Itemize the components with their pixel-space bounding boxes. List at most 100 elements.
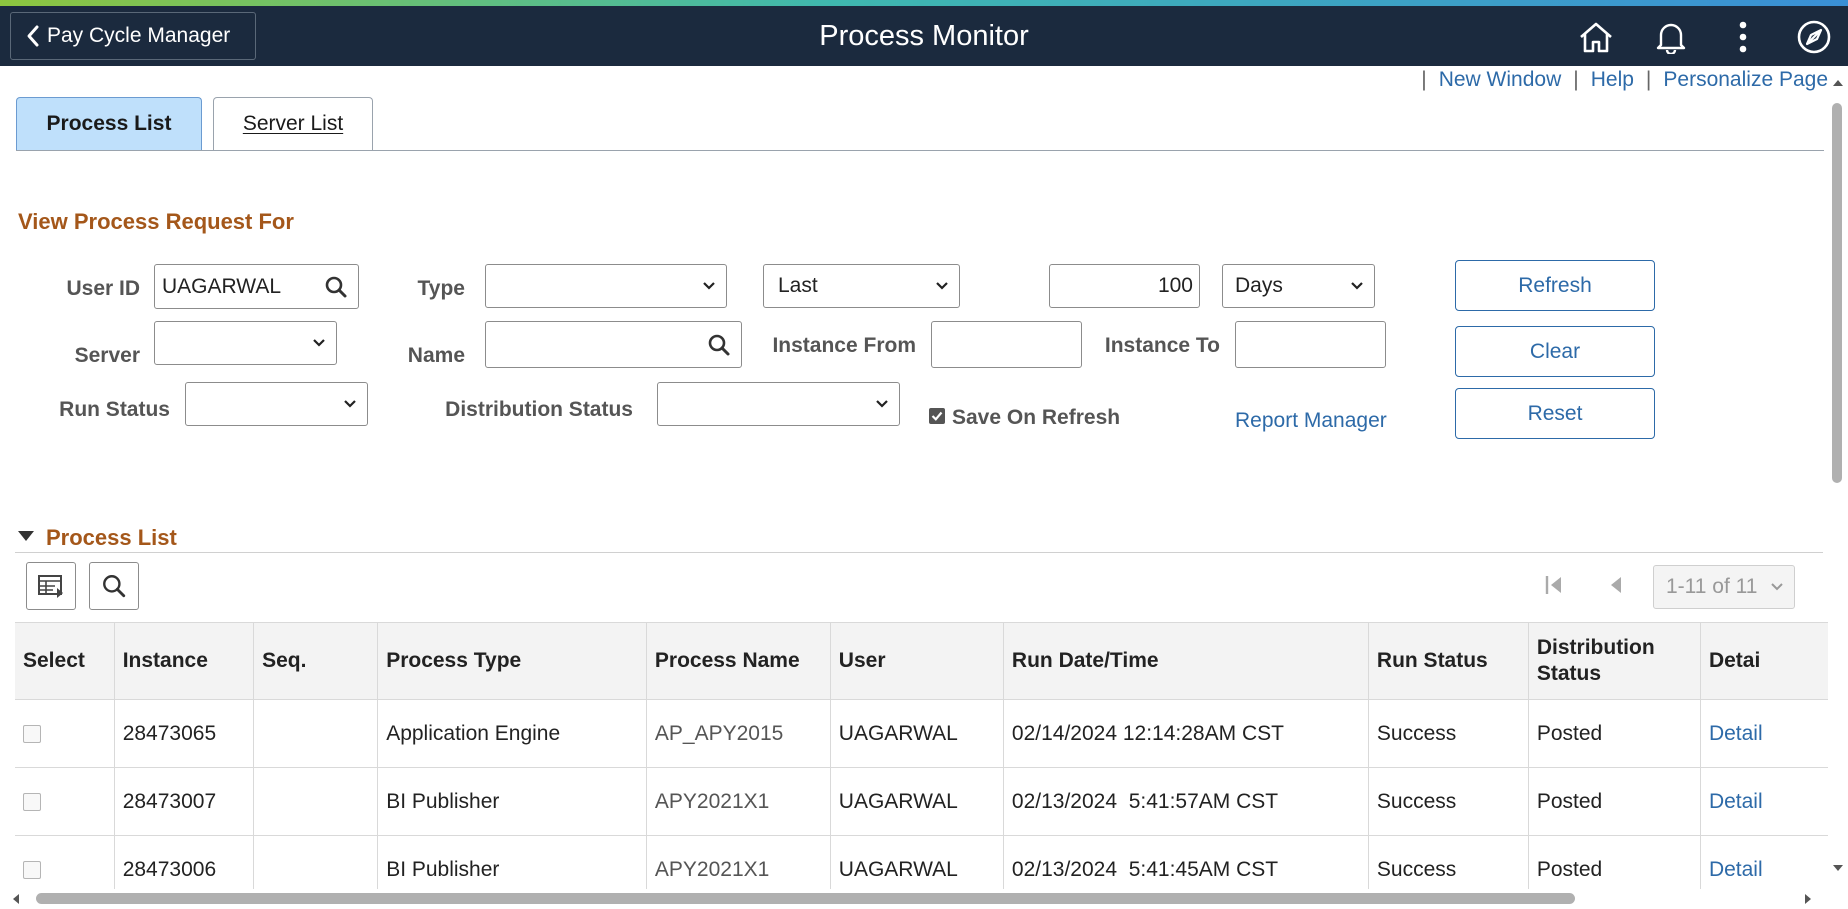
clear-button[interactable]: Clear	[1455, 326, 1655, 377]
col-process-name[interactable]: Process Name	[646, 622, 831, 700]
tab-process-list[interactable]: Process List	[16, 97, 202, 150]
reset-button[interactable]: Reset	[1455, 388, 1655, 439]
period-count-input[interactable]: 100	[1049, 264, 1200, 308]
help-link[interactable]: Help	[1591, 68, 1634, 91]
period-count-value: 100	[1157, 274, 1193, 297]
server-select[interactable]	[154, 321, 337, 365]
instance-from-input[interactable]	[931, 321, 1082, 368]
select-cell	[15, 699, 115, 768]
period-value: Last	[778, 274, 818, 297]
process-list-title[interactable]: Process List	[46, 525, 177, 551]
save-on-refresh-checkbox[interactable]	[929, 408, 945, 424]
chevron-down-icon	[1771, 583, 1783, 591]
process-name-cell: APY2021X1	[646, 767, 831, 836]
tab-label: Server List	[242, 112, 344, 135]
col-run-datetime[interactable]: Run Date/Time	[1003, 622, 1369, 700]
view-process-request-title: View Process Request For	[18, 209, 294, 234]
seq-cell	[253, 835, 379, 889]
row-select-checkbox[interactable]	[23, 724, 41, 743]
run-status-label: Run Status	[59, 398, 170, 421]
instance-cell: 28473006	[114, 835, 255, 889]
process-type-cell: Application Engine	[377, 699, 647, 768]
details-link[interactable]: Detail	[1700, 767, 1828, 836]
scroll-right-icon[interactable]	[1804, 893, 1812, 905]
distribution-status-label: Distribution Status	[445, 398, 633, 421]
search-icon	[103, 575, 126, 598]
col-distribution-status[interactable]: Distribution Status	[1528, 622, 1701, 700]
instance-to-input[interactable]	[1235, 321, 1386, 368]
tab-label: Process List	[46, 112, 172, 135]
row-select-checkbox[interactable]	[23, 792, 41, 811]
select-cell	[15, 767, 115, 836]
horizontal-scroll-thumb[interactable]	[36, 893, 1575, 904]
collapse-triangle-icon[interactable]	[17, 530, 35, 542]
navbar-compass-icon[interactable]	[1793, 16, 1835, 58]
horizontal-scrollbar[interactable]	[0, 889, 1828, 909]
link-separator: |	[1573, 68, 1579, 91]
col-process-type[interactable]: Process Type	[377, 622, 647, 700]
search-icon[interactable]	[324, 275, 348, 299]
vertical-scroll-thumb[interactable]	[1832, 103, 1842, 483]
col-label: Status	[1536, 662, 1602, 685]
scroll-down-icon[interactable]	[1832, 864, 1844, 872]
run-datetime-cell: 02/14/2024 12:14:28AM CST	[1003, 699, 1369, 768]
run-status-select[interactable]	[185, 382, 368, 426]
table-row: 28473006 BI Publisher APY2021X1 UAGARWAL…	[15, 835, 1828, 889]
tab-server-list[interactable]: Server List	[213, 97, 373, 150]
grid-find-button[interactable]	[89, 562, 139, 610]
table-row: 28473065 Application Engine AP_APY2015 U…	[15, 699, 1828, 768]
row-select-checkbox[interactable]	[23, 860, 41, 879]
user-id-input[interactable]: UAGARWAL	[154, 264, 359, 309]
col-instance[interactable]: Instance	[114, 622, 255, 700]
process-name-cell: APY2021X1	[646, 835, 831, 889]
new-window-link[interactable]: New Window	[1439, 68, 1562, 91]
details-link[interactable]: Detail	[1700, 699, 1828, 768]
scroll-up-icon[interactable]	[1832, 79, 1844, 87]
scroll-left-icon[interactable]	[12, 893, 20, 905]
tab-divider	[16, 150, 1824, 151]
home-icon[interactable]	[1575, 16, 1617, 58]
col-select[interactable]: Select	[15, 622, 115, 700]
notifications-bell-icon[interactable]	[1650, 16, 1692, 58]
details-link[interactable]: Detail	[1700, 835, 1828, 889]
instance-to-label: Instance To	[1104, 334, 1220, 357]
distribution-status-select[interactable]	[657, 382, 900, 426]
personalize-page-link[interactable]: Personalize Page	[1663, 68, 1828, 91]
previous-page-icon[interactable]	[1607, 574, 1623, 596]
col-run-status[interactable]: Run Status	[1368, 622, 1529, 700]
name-label: Name	[407, 344, 465, 367]
type-label: Type	[417, 277, 465, 300]
report-manager-link[interactable]: Report Manager	[1235, 409, 1387, 433]
chevron-down-icon	[876, 400, 888, 408]
refresh-button[interactable]: Refresh	[1455, 260, 1655, 311]
col-details[interactable]: Detai	[1700, 622, 1828, 700]
run-status-cell: Success	[1368, 767, 1529, 836]
chevron-down-icon	[313, 339, 325, 347]
actions-menu-icon[interactable]	[1722, 16, 1764, 58]
page-title: Process Monitor	[819, 20, 1029, 52]
distribution-status-cell: Posted	[1528, 835, 1701, 889]
vertical-scrollbar[interactable]	[1828, 77, 1848, 897]
period-unit-value: Days	[1235, 274, 1283, 297]
page-range-value: 1-11 of 11	[1666, 575, 1758, 598]
col-seq[interactable]: Seq.	[253, 622, 379, 700]
page-range-select[interactable]: 1-11 of 11	[1653, 565, 1795, 609]
server-label: Server	[74, 344, 140, 367]
process-type-cell: BI Publisher	[377, 835, 647, 889]
chevron-down-icon	[703, 282, 715, 290]
search-icon[interactable]	[707, 333, 731, 357]
period-select[interactable]: Last	[763, 264, 960, 308]
process-name-cell: AP_APY2015	[646, 699, 831, 768]
link-separator: |	[1645, 68, 1652, 91]
grid-personalize-button[interactable]	[26, 562, 76, 610]
back-button[interactable]: Pay Cycle Manager	[10, 12, 256, 60]
first-page-icon[interactable]	[1544, 574, 1564, 596]
process-name-input[interactable]	[485, 321, 742, 368]
table-row: 28473007 BI Publisher APY2021X1 UAGARWAL…	[15, 767, 1828, 836]
col-user[interactable]: User	[830, 622, 1004, 700]
select-cell	[15, 835, 115, 889]
type-select[interactable]	[485, 264, 727, 308]
period-unit-select[interactable]: Days	[1222, 264, 1375, 308]
section-divider	[15, 552, 1823, 553]
seq-cell	[253, 767, 379, 836]
